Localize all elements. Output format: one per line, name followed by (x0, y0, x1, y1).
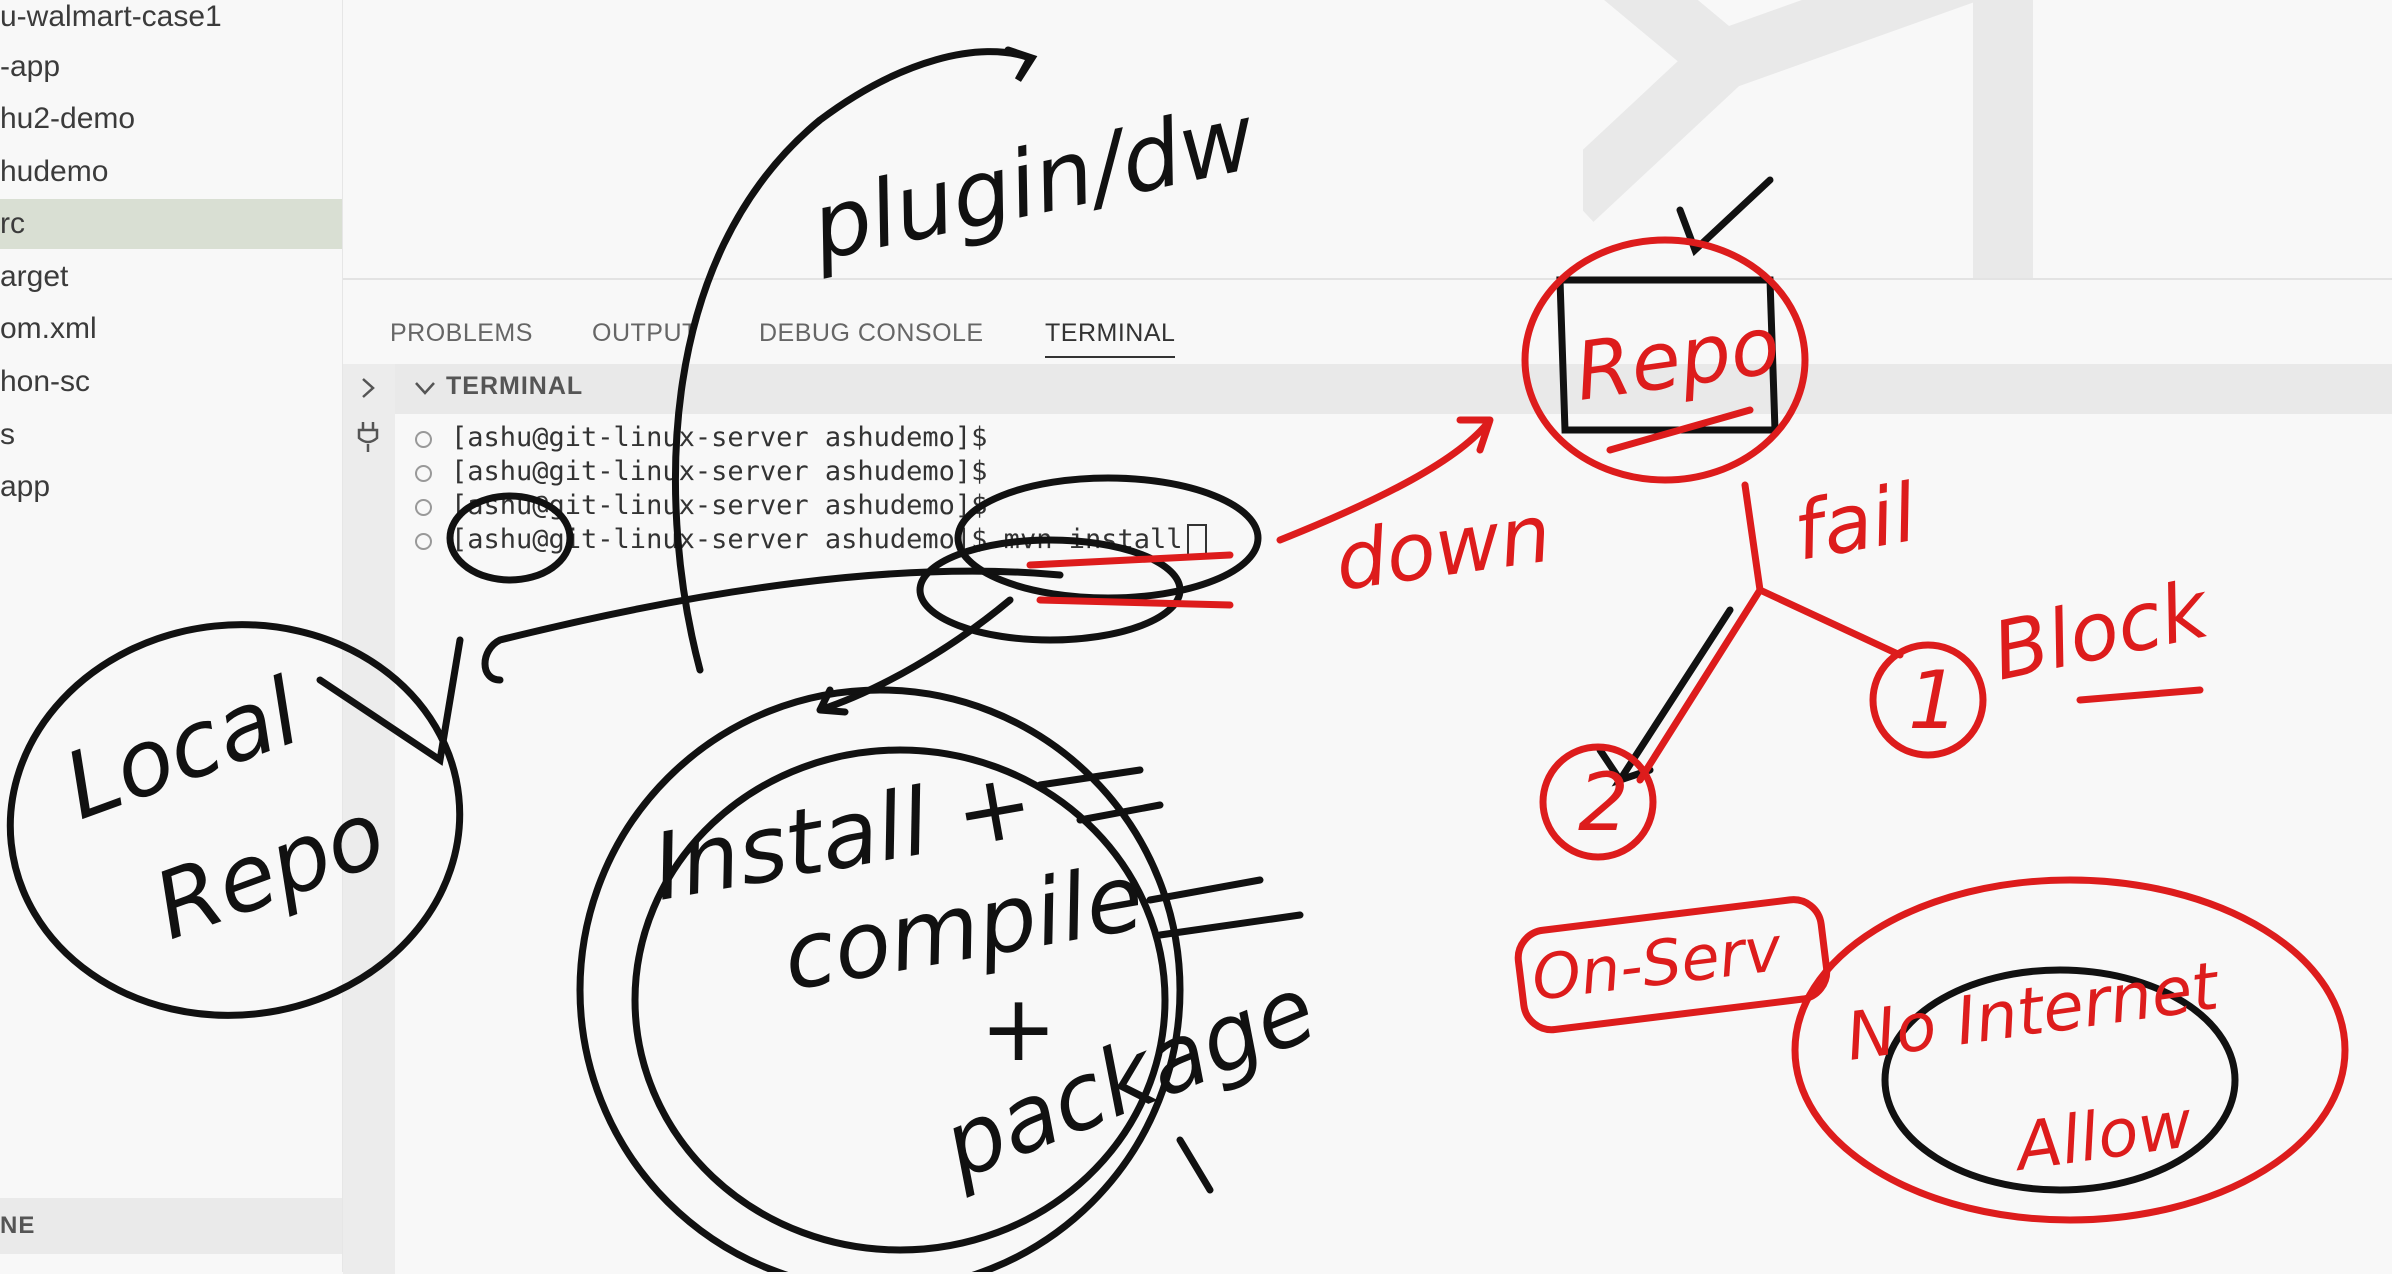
plug-icon[interactable] (355, 420, 381, 454)
command-status-dot (415, 499, 432, 516)
terminal-line: [ashu@git-linux-server ashudemo]$ (451, 456, 988, 487)
command-status-dot (415, 431, 432, 448)
terminal-line: [ashu@git-linux-server ashudemo]$ (451, 490, 988, 521)
tab-output[interactable]: OUTPUT (592, 310, 698, 356)
vscode-watermark-icon (1583, 0, 2033, 278)
terminal-command-text: [ashu@git-linux-server ashudemo]$ mvn in… (451, 524, 1183, 555)
terminal-line: [ashu@git-linux-server ashudemo]$ (451, 422, 988, 453)
editor-area (343, 0, 2392, 278)
explorer-item[interactable]: u-walmart-case1 (0, 0, 342, 42)
tab-debug-console[interactable]: DEBUG CONSOLE (759, 310, 984, 356)
explorer-sidebar: u-walmart-case1 -app hu2-demo hudemo rc … (0, 0, 343, 1272)
terminal-header (395, 364, 2392, 414)
terminal-section-title: TERMINAL (446, 372, 584, 400)
explorer-item[interactable]: hudemo (0, 147, 342, 197)
outline-section-header[interactable]: NE (0, 1198, 342, 1254)
chevron-down-icon[interactable] (414, 379, 436, 397)
explorer-item-selected[interactable]: rc (0, 199, 342, 249)
chevron-right-icon[interactable] (356, 376, 380, 400)
tab-problems[interactable]: PROBLEMS (390, 310, 533, 356)
explorer-item[interactable]: -app (0, 42, 342, 92)
explorer-item[interactable]: om.xml (0, 304, 342, 354)
explorer-item[interactable]: s (0, 410, 342, 460)
explorer-item[interactable]: hon-sc (0, 357, 342, 407)
explorer-item[interactable]: app (0, 462, 342, 512)
command-status-dot (415, 533, 432, 550)
terminal-line-current[interactable]: [ashu@git-linux-server ashudemo]$ mvn in… (451, 523, 1207, 558)
command-status-dot (415, 465, 432, 482)
terminal-cursor (1186, 523, 1207, 558)
bottom-panel: PROBLEMS OUTPUT DEBUG CONSOLE TERMINAL T… (343, 278, 2392, 1274)
tab-terminal[interactable]: TERMINAL (1045, 310, 1176, 358)
explorer-item[interactable]: hu2-demo (0, 94, 342, 144)
explorer-item[interactable]: arget (0, 252, 342, 302)
terminal-gutter (343, 364, 395, 1274)
